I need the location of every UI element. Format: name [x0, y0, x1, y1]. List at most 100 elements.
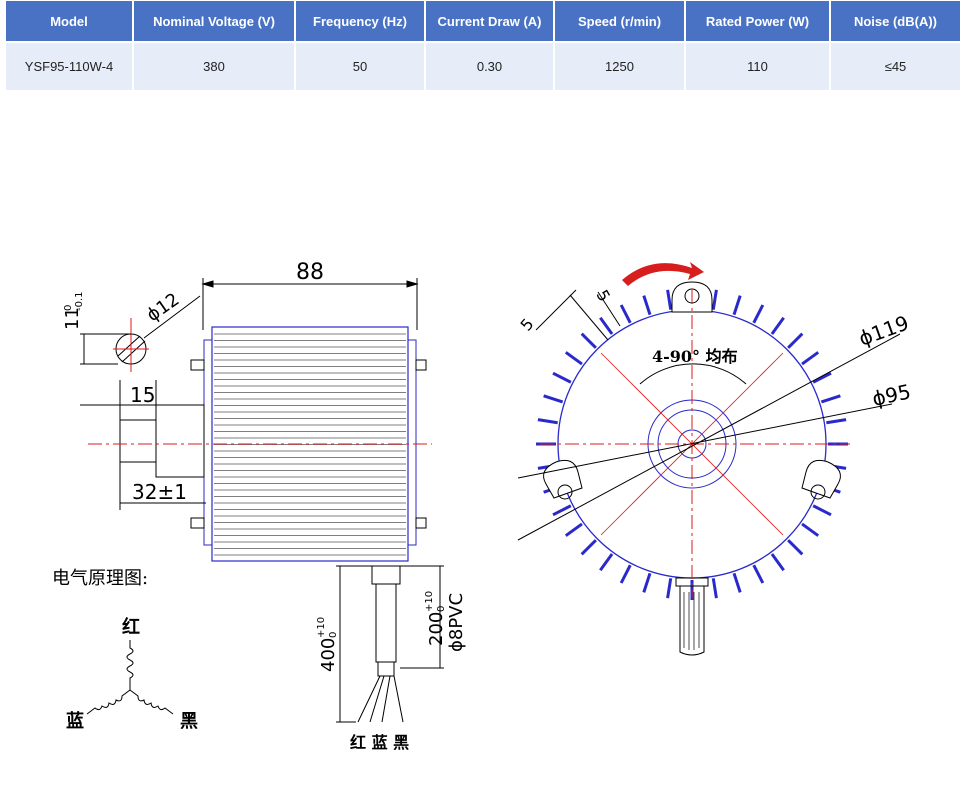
radial-fin	[642, 572, 652, 593]
dim-height-tol-lower: -0.1	[74, 291, 85, 311]
radial-fin	[599, 553, 614, 572]
coil-black	[129, 689, 174, 715]
cell-current: 0.30	[426, 41, 553, 90]
radial-fin	[666, 289, 673, 310]
radial-fin	[564, 522, 583, 537]
cable-end	[377, 661, 395, 677]
radial-fin	[770, 553, 785, 572]
schematic-label-blue: 蓝	[66, 711, 84, 732]
dim-height-label-group: 11 0 -0.1	[62, 291, 85, 330]
radial-fin	[599, 316, 614, 335]
radial-fin	[826, 418, 847, 425]
cell-power: 110	[686, 41, 829, 90]
cable-spec-label: ϕ8PVC	[446, 593, 467, 652]
coil-blue	[86, 689, 131, 715]
angle-arc	[639, 363, 747, 385]
schematic-label-black: 黑	[180, 711, 198, 732]
radial-fin	[732, 572, 742, 593]
header-voltage: Nominal Voltage (V)	[134, 1, 294, 41]
header-current: Current Draw (A)	[426, 1, 553, 41]
phi12-label-group: ϕ12	[143, 289, 184, 326]
lead-wires	[357, 675, 404, 723]
cell-frequency: 50	[296, 41, 424, 90]
radial-fin	[812, 371, 832, 384]
mount-stud-top-left	[190, 359, 205, 371]
cell-noise: ≤45	[831, 41, 960, 90]
header-frequency: Frequency (Hz)	[296, 1, 424, 41]
radial-fin	[820, 394, 841, 404]
header-model: Model	[6, 1, 132, 41]
schematic-label-red: 红	[122, 616, 140, 638]
motor-end-cap-right	[407, 339, 417, 546]
coil-red	[126, 640, 134, 690]
dim-width-label: 88	[296, 260, 324, 285]
spec-table: Model Nominal Voltage (V) Frequency (Hz)…	[4, 1, 962, 90]
dim-phi119-label: ϕ119	[856, 311, 912, 351]
radial-fin	[564, 351, 583, 366]
dim-5b-label: 5	[593, 287, 615, 305]
cell-model: YSF95-110W-4	[6, 41, 132, 90]
spec-table-header-row: Model Nominal Voltage (V) Frequency (Hz)…	[6, 1, 960, 41]
wire-colors-label: 红 蓝 黑	[350, 733, 409, 752]
dim-phi95-label: ϕ95	[870, 379, 913, 411]
radial-fin	[801, 351, 820, 366]
radial-fin	[619, 304, 632, 324]
header-power: Rated Power (W)	[686, 1, 829, 41]
hatch-1	[117, 335, 141, 357]
wiring-schematic: 电气原理图: 红 蓝 黑	[52, 568, 198, 732]
dim-5b-group: 5	[593, 287, 615, 305]
dim-height-tol-upper: 0	[63, 305, 74, 311]
phi119-group: ϕ119	[856, 311, 912, 351]
dim-5a-group: 5	[517, 315, 538, 335]
schematic-title: 电气原理图:	[52, 568, 148, 589]
mount-stud-top-right	[415, 359, 427, 371]
front-view	[517, 262, 901, 656]
table-row: YSF95-110W-4 380 50 0.30 1250 110 ≤45	[6, 41, 960, 90]
dim-400-label: 400	[318, 638, 339, 672]
mount-stud-bottom-right	[415, 517, 427, 529]
mount-stud-bottom-left	[190, 517, 205, 529]
dim-5-line-a	[535, 289, 577, 331]
dim-15-label: 15	[130, 383, 155, 407]
radial-fin	[812, 504, 832, 517]
radial-fin	[711, 289, 718, 310]
shaft	[119, 419, 157, 463]
motor-technical-drawing: 88 11 0 -0.1 ϕ12 15 32±1 400 +10 0 200 +…	[52, 260, 913, 752]
radial-fin	[770, 316, 785, 335]
radial-fin	[787, 539, 804, 556]
cable-spec-group: ϕ8PVC	[446, 593, 467, 652]
dim-phi12-label: ϕ12	[143, 289, 184, 326]
radial-fin	[642, 295, 652, 316]
dim-200-label: 200	[426, 612, 447, 646]
radial-fin	[543, 394, 564, 404]
radial-fin	[537, 418, 558, 425]
radial-fin	[711, 578, 718, 599]
radial-fin	[752, 304, 765, 324]
radial-fin	[619, 564, 632, 584]
radial-fin	[666, 578, 673, 599]
dim-400-tol: +10	[316, 617, 327, 638]
lug-right	[801, 459, 841, 499]
header-speed: Speed (r/min)	[555, 1, 684, 41]
radial-fin	[752, 564, 765, 584]
radial-fin	[787, 332, 804, 349]
dim-400-label-group: 400 +10 0	[316, 617, 339, 672]
cell-speed: 1250	[555, 41, 684, 90]
cable-gland	[371, 565, 401, 585]
header-noise: Noise (dB(A))	[831, 1, 960, 41]
radial-fin	[580, 332, 597, 349]
motor-end-cap-left	[203, 339, 213, 546]
cell-voltage: 380	[134, 41, 294, 90]
dim-200-tol: +10	[424, 591, 435, 612]
dim-5a-label: 5	[517, 315, 538, 335]
shaft-boss	[155, 404, 205, 478]
dim-32-label: 32±1	[132, 480, 187, 504]
mount-holes-note: 4-90° 均布	[652, 347, 738, 366]
radial-fin	[732, 295, 742, 316]
radial-fin	[580, 539, 597, 556]
phi95-group: ϕ95	[870, 379, 913, 411]
cable-sheath	[375, 583, 397, 663]
radial-fin	[801, 522, 820, 537]
radial-fin	[552, 371, 572, 384]
hatch-2	[121, 340, 146, 363]
